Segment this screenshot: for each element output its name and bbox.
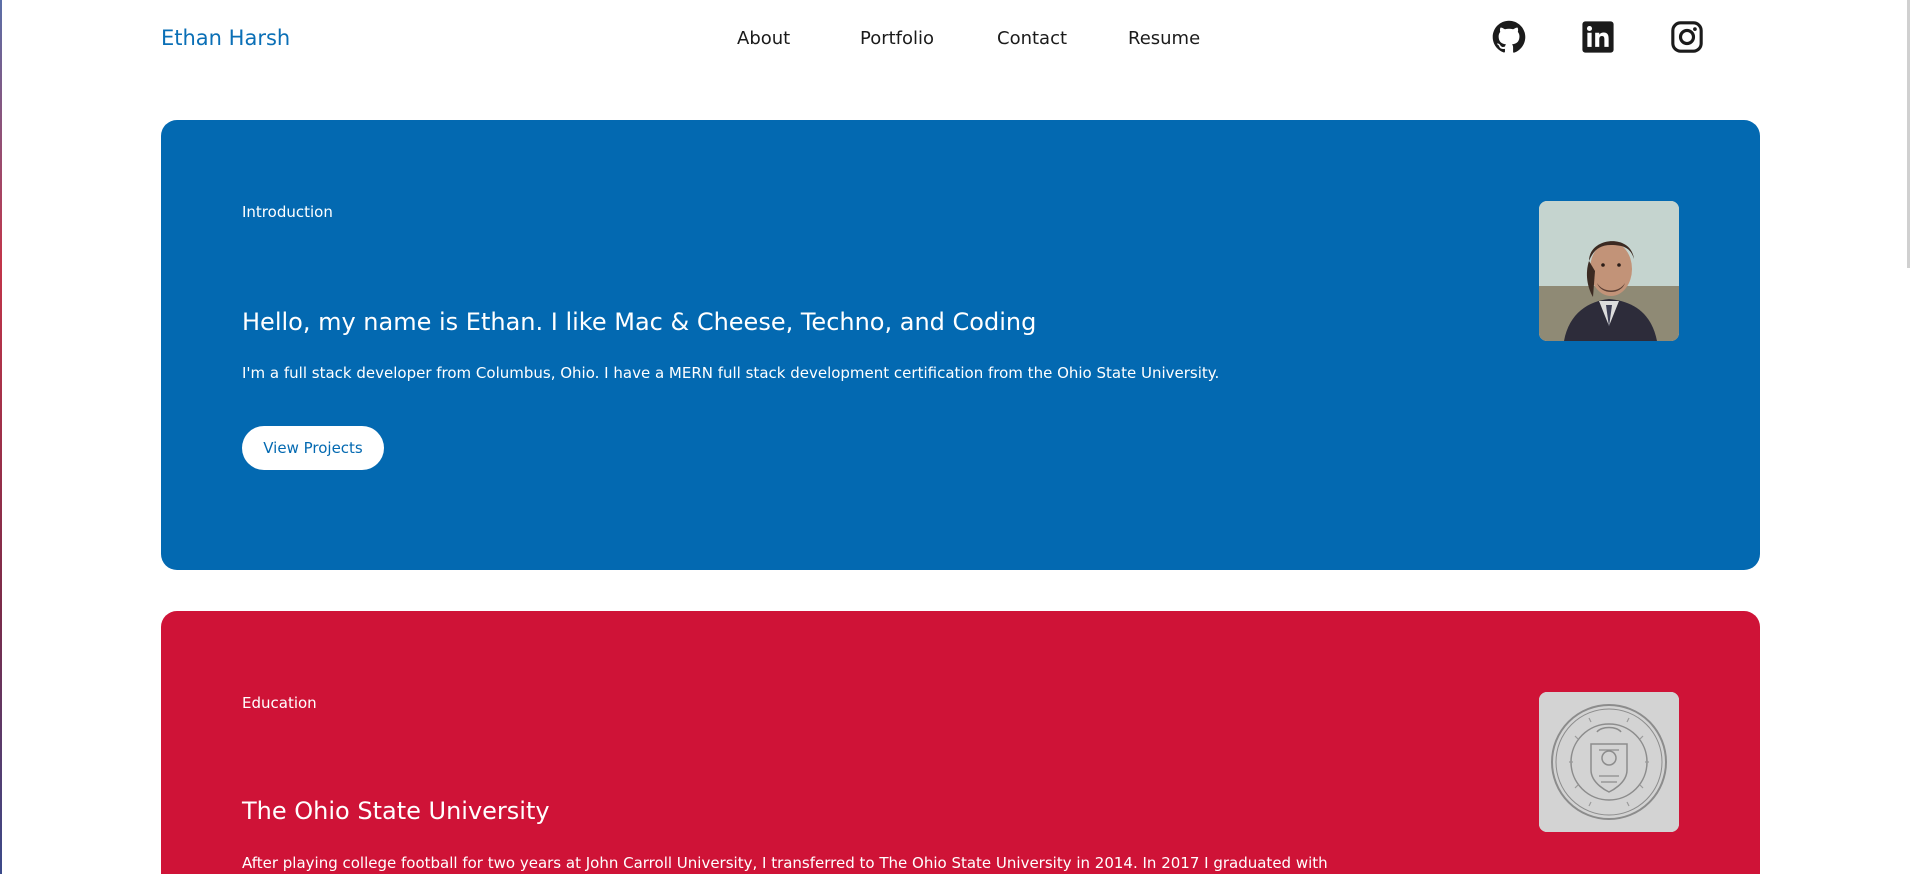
instagram-icon[interactable] xyxy=(1670,20,1704,54)
education-headline: The Ohio State University xyxy=(242,797,550,825)
education-card: Education The Ohio State University Afte… xyxy=(161,611,1760,874)
intro-headline: Hello, my name is Ethan. I like Mac & Ch… xyxy=(242,308,1037,336)
nav-about[interactable]: About xyxy=(737,28,790,49)
github-icon[interactable] xyxy=(1492,20,1526,54)
nav-resume[interactable]: Resume xyxy=(1128,28,1200,49)
window-edge xyxy=(0,0,2,874)
nav-portfolio[interactable]: Portfolio xyxy=(860,28,934,49)
ohio-state-seal-graphic xyxy=(1539,692,1679,832)
profile-photo xyxy=(1539,201,1679,341)
education-body: After playing college football for two y… xyxy=(242,854,1328,872)
education-eyebrow: Education xyxy=(242,694,317,712)
linkedin-icon[interactable] xyxy=(1581,20,1615,54)
linkedin-icon-graphic xyxy=(1582,21,1614,53)
nav-contact[interactable]: Contact xyxy=(997,28,1067,49)
brand-link[interactable]: Ethan Harsh xyxy=(161,26,290,50)
instagram-icon-graphic xyxy=(1671,21,1703,53)
intro-body: I'm a full stack developer from Columbus… xyxy=(242,364,1220,382)
ohio-state-seal xyxy=(1539,692,1679,832)
view-projects-button[interactable]: View Projects xyxy=(242,426,384,470)
site-header: Ethan Harsh About Portfolio Contact Resu… xyxy=(0,0,1910,82)
intro-eyebrow: Introduction xyxy=(242,203,333,221)
github-icon-graphic xyxy=(1492,20,1526,53)
intro-card: Introduction Hello, my name is Ethan. I … xyxy=(161,120,1760,570)
profile-photo-graphic xyxy=(1539,201,1679,341)
portfolio-page: Ethan Harsh About Portfolio Contact Resu… xyxy=(0,0,1910,874)
